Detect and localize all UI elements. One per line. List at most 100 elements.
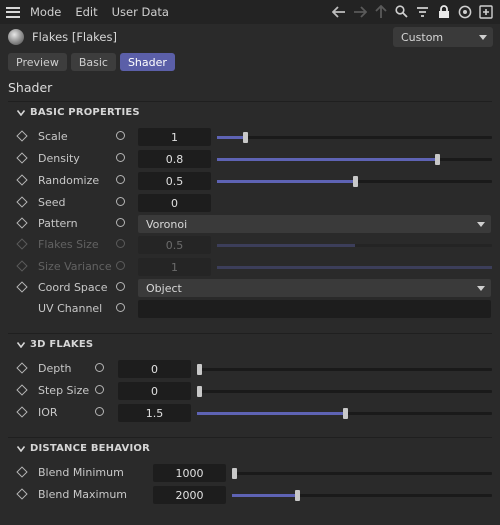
scale-slider[interactable]: [217, 132, 492, 143]
menu-mode[interactable]: Mode: [30, 5, 61, 19]
animate-icon[interactable]: [95, 407, 104, 416]
animate-icon[interactable]: [116, 197, 125, 206]
param-row-flakes-size: Flakes Size 0.5: [8, 234, 492, 256]
group-header-distance[interactable]: DISTANCE BEHAVIOR: [8, 437, 492, 459]
group-header-basic[interactable]: BASIC PROPERTIES: [8, 101, 492, 123]
slider-handle[interactable]: [343, 408, 348, 419]
blend-maximum-slider[interactable]: [232, 490, 492, 501]
param-row-randomize: Randomize 0.5: [8, 170, 492, 192]
uv-channel-field[interactable]: [138, 300, 491, 318]
ior-slider[interactable]: [197, 408, 492, 419]
randomize-field[interactable]: 0.5: [138, 172, 211, 190]
keyframe-icon[interactable]: [16, 130, 28, 142]
param-row-size-variance: Size Variance 1: [8, 256, 492, 278]
coord-space-dropdown[interactable]: Object: [138, 279, 491, 297]
group-title: BASIC PROPERTIES: [30, 107, 140, 118]
keyframe-icon[interactable]: [16, 217, 28, 229]
up-arrow-icon[interactable]: [372, 3, 389, 20]
depth-field[interactable]: 0: [118, 360, 191, 378]
depth-slider[interactable]: [197, 364, 492, 375]
menu-user-data[interactable]: User Data: [112, 5, 169, 19]
param-row-scale: Scale 1: [8, 126, 492, 148]
animate-icon[interactable]: [116, 175, 125, 184]
group-title: 3D FLAKES: [30, 339, 94, 350]
slider-handle[interactable]: [197, 364, 202, 375]
param-row-density: Density 0.8: [8, 148, 492, 170]
animate-icon[interactable]: [116, 303, 125, 312]
tab-preview[interactable]: Preview: [8, 53, 67, 71]
ior-field[interactable]: 1.5: [118, 404, 191, 422]
flakes-size-field: 0.5: [138, 236, 211, 254]
tab-shader[interactable]: Shader: [119, 53, 175, 71]
param-label: IOR: [38, 406, 58, 419]
target-icon[interactable]: [456, 3, 473, 20]
add-panel-icon[interactable]: [477, 3, 494, 20]
param-label: Blend Minimum: [38, 466, 124, 479]
pattern-dropdown-value: Voronoi: [146, 217, 188, 231]
filter-icon[interactable]: [414, 3, 431, 20]
menubar: Mode Edit User Data: [0, 0, 500, 24]
lock-icon[interactable]: [435, 3, 452, 20]
pattern-dropdown[interactable]: Voronoi: [138, 215, 491, 233]
keyframe-icon[interactable]: [16, 466, 28, 478]
group-header-3d-flakes[interactable]: 3D FLAKES: [8, 333, 492, 355]
density-field[interactable]: 0.8: [138, 150, 211, 168]
step-size-slider[interactable]: [197, 386, 492, 397]
param-row-depth: Depth 0: [8, 358, 492, 380]
animate-icon[interactable]: [116, 218, 125, 227]
keyframe-icon[interactable]: [16, 488, 28, 500]
slider-fill: [232, 494, 297, 497]
param-row-step-size: Step Size 0: [8, 380, 492, 402]
back-arrow-icon[interactable]: [330, 3, 347, 20]
scale-field[interactable]: 1: [138, 128, 211, 146]
animate-icon[interactable]: [116, 153, 125, 162]
param-label: Seed: [38, 196, 66, 209]
randomize-slider[interactable]: [217, 176, 492, 187]
slider-handle[interactable]: [353, 176, 358, 187]
group-3d-flakes: 3D FLAKES Depth 0 Step Size 0 IOR 1.5: [8, 333, 492, 425]
slider-handle[interactable]: [243, 132, 248, 143]
hamburger-menu-icon[interactable]: [6, 6, 20, 18]
mode-dropdown-value: Custom: [401, 30, 444, 44]
keyframe-icon[interactable]: [16, 152, 28, 164]
menu-edit[interactable]: Edit: [75, 5, 97, 19]
mode-dropdown[interactable]: Custom: [393, 27, 493, 47]
size-variance-field: 1: [138, 258, 211, 276]
chevron-down-icon: [477, 222, 485, 227]
keyframe-icon[interactable]: [16, 281, 28, 293]
keyframe-icon[interactable]: [16, 362, 28, 374]
slider-handle[interactable]: [232, 468, 237, 479]
keyframe-icon[interactable]: [16, 406, 28, 418]
tab-basic[interactable]: Basic: [70, 53, 116, 71]
search-icon[interactable]: [393, 3, 410, 20]
material-sphere-icon: [8, 29, 24, 45]
keyframe-icon[interactable]: [16, 196, 28, 208]
param-row-seed: Seed 0: [8, 192, 492, 214]
param-label: UV Channel: [38, 302, 103, 315]
param-row-pattern: Pattern Voronoi: [8, 213, 492, 235]
keyframe-icon[interactable]: [16, 174, 28, 186]
chevron-down-icon: [477, 286, 485, 291]
animate-icon[interactable]: [95, 363, 104, 372]
slider-fill: [217, 180, 355, 183]
slider-handle[interactable]: [295, 490, 300, 501]
keyframe-icon: [16, 260, 28, 272]
animate-icon: [116, 261, 125, 270]
animate-icon[interactable]: [116, 282, 125, 291]
animate-icon[interactable]: [116, 131, 125, 140]
param-label: Randomize: [38, 174, 100, 187]
seed-field[interactable]: 0: [138, 194, 211, 212]
slider-fill: [217, 136, 245, 139]
param-label: Density: [38, 152, 80, 165]
forward-arrow-icon[interactable]: [351, 3, 368, 20]
blend-maximum-field[interactable]: 2000: [153, 486, 226, 504]
object-title: Flakes [Flakes]: [32, 30, 117, 44]
density-slider[interactable]: [217, 154, 492, 165]
slider-handle[interactable]: [197, 386, 202, 397]
slider-handle[interactable]: [435, 154, 440, 165]
keyframe-icon[interactable]: [16, 384, 28, 396]
step-size-field[interactable]: 0: [118, 382, 191, 400]
animate-icon[interactable]: [95, 385, 104, 394]
blend-minimum-field[interactable]: 1000: [153, 464, 226, 482]
blend-minimum-slider[interactable]: [232, 468, 492, 479]
